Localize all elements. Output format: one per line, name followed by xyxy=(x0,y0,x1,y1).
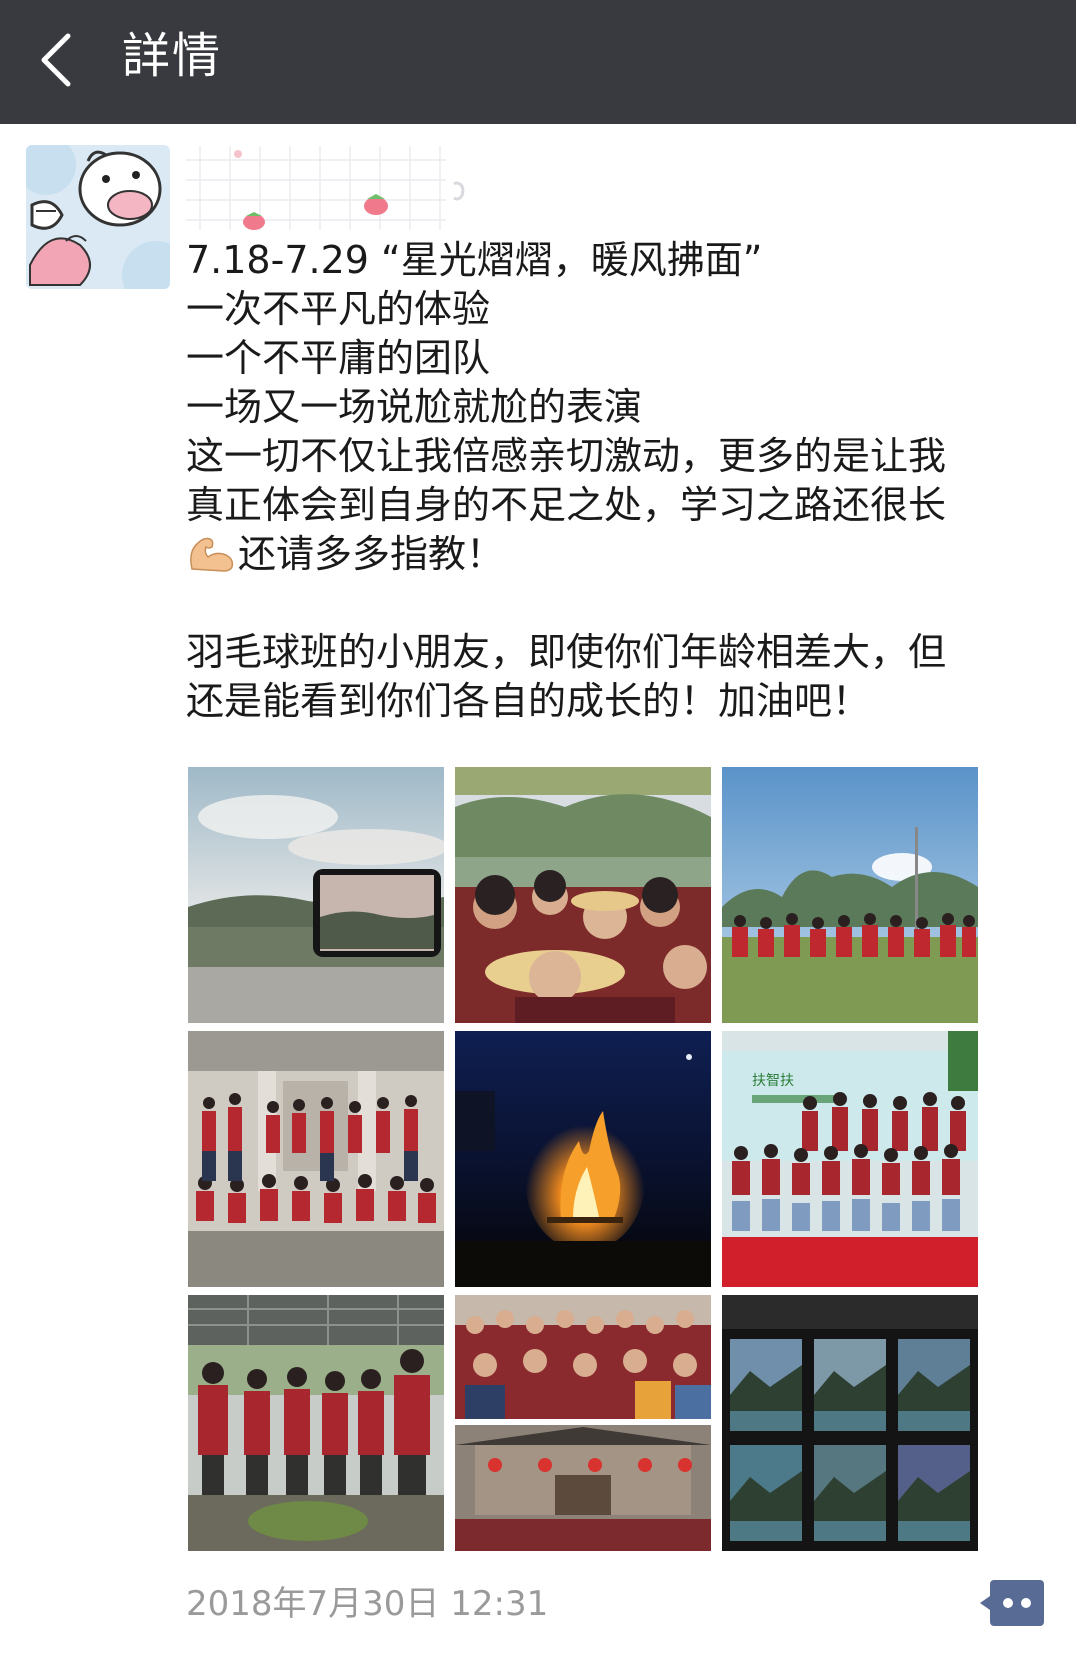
photo-collage-temple[interactable] xyxy=(455,1295,711,1551)
photo-group-selfie[interactable] xyxy=(455,767,711,1023)
comment-menu-button[interactable] xyxy=(978,1580,1044,1626)
post-line: 7.18-7.29 “星光熠熠，暖风拂面” xyxy=(186,238,763,282)
photo-mountain-grid[interactable] xyxy=(722,1295,978,1551)
username-decoration[interactable] xyxy=(186,146,476,230)
post-line: 还是能看到你们各自的成长的！加油吧！ xyxy=(186,679,871,723)
svg-text:扶智扶: 扶智扶 xyxy=(752,1073,794,1089)
post-timestamp: 2018年7月30日 12:31 xyxy=(186,1584,549,1624)
strawberry-icon xyxy=(364,194,388,215)
photo-landscape-phone[interactable] xyxy=(188,767,444,1023)
post-line: 一次不平凡的体验 xyxy=(186,287,491,331)
post-line-with-emoji: 还请多多指教！ xyxy=(186,530,1036,579)
photo-stage-group[interactable]: 扶智扶 xyxy=(722,1031,978,1287)
photo-building-group[interactable] xyxy=(188,1031,444,1287)
strawberry-icon xyxy=(243,212,265,230)
post-line: 一个不平庸的团队 xyxy=(186,336,491,380)
photo-grid: 扶智扶 xyxy=(188,767,978,1551)
post-line: 真正体会到自身的不足之处，学习之路还很长 xyxy=(186,483,947,527)
photo-bonfire[interactable] xyxy=(455,1031,711,1287)
post-line: 羽毛球班的小朋友，即使你们年龄相差大，但 xyxy=(186,630,947,674)
post-content: 7.18-7.29 “星光熠熠，暖风拂面” 一次不平凡的体验 一个不平庸的团队 … xyxy=(186,236,1036,726)
avatar[interactable] xyxy=(26,145,170,289)
page-title: 詳情 xyxy=(122,28,223,84)
post-line: 这一切不仅让我倍感亲切激动，更多的是让我 xyxy=(186,434,947,478)
top-bar: 詳情 xyxy=(0,0,1076,124)
post-line-text: 还请多多指教！ xyxy=(238,532,505,576)
photo-field-group[interactable] xyxy=(722,767,978,1023)
chevron-left-icon[interactable] xyxy=(34,28,78,92)
muscle-emoji-icon xyxy=(190,537,234,572)
photo-shelter-group[interactable] xyxy=(188,1295,444,1551)
post-line: 一场又一场说尬就尬的表演 xyxy=(186,385,643,429)
